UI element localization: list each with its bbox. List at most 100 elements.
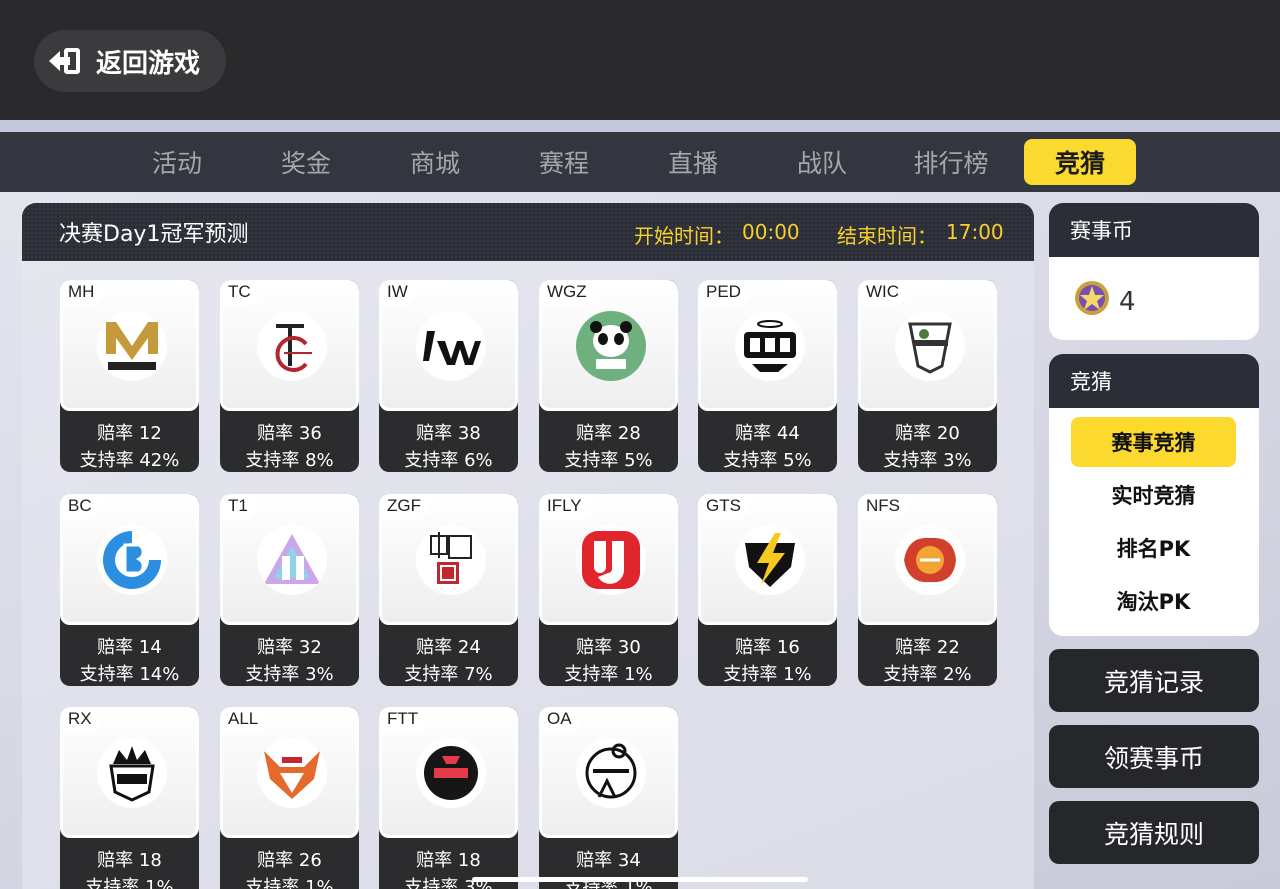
tab-teams[interactable]: 战队 xyxy=(766,139,878,185)
menu-item-live-guess[interactable]: 实时竞猜 xyxy=(1071,470,1236,520)
tab-shop[interactable]: 商城 xyxy=(379,139,491,185)
team-odds: 赔率 30 xyxy=(576,637,641,658)
menu-item-event-guess[interactable]: 赛事竞猜 xyxy=(1071,417,1236,467)
gts-lightning-logo-icon xyxy=(735,525,805,595)
coin-star-icon xyxy=(1073,279,1111,324)
team-odds: 赔率 12 xyxy=(97,423,162,444)
tab-ranking[interactable]: 排行榜 xyxy=(895,139,1007,185)
team-code: GTS xyxy=(698,494,749,520)
all-fox-logo-icon xyxy=(257,738,327,808)
team-code: WIC xyxy=(858,280,908,306)
team-support-rate: 支持率 7% xyxy=(404,664,493,685)
team-card-wic[interactable]: WIC 赔率 20 支持率 3% xyxy=(858,280,997,472)
team-card-gts[interactable]: GTS 赔率 16 支持率 1% xyxy=(698,494,837,686)
wgz-panda-logo-icon xyxy=(576,311,646,381)
divider-band xyxy=(0,120,1280,132)
guess-menu: 竞猜 赛事竞猜 实时竞猜 排名PK 淘汰PK xyxy=(1049,354,1259,636)
team-code: IFLY xyxy=(539,494,590,520)
team-odds: 赔率 14 xyxy=(97,637,162,658)
team-card-nfs[interactable]: NFS 赔率 22 支持率 2% xyxy=(858,494,997,686)
menu-item-rank-pk[interactable]: 排名PK xyxy=(1071,523,1236,573)
team-card-rx[interactable]: RX 赔率 18 支持率 1% xyxy=(60,707,199,889)
prediction-panel: 决赛Day1冠军预测 开始时间： 00:00 结束时间： 17:00 MH 赔率… xyxy=(22,203,1034,889)
wic-logo-icon xyxy=(895,311,965,381)
panel-header: 决赛Day1冠军预测 开始时间： 00:00 结束时间： 17:00 xyxy=(22,203,1034,261)
team-card-ftt[interactable]: FTT 赔率 18 支持率 3% xyxy=(379,707,518,889)
team-support-rate: 支持率 1% xyxy=(564,664,653,685)
team-support-rate: 支持率 8% xyxy=(245,450,334,471)
event-coin-row: 4 xyxy=(1049,257,1259,324)
tab-prize[interactable]: 奖金 xyxy=(250,139,362,185)
tab-schedule[interactable]: 赛程 xyxy=(508,139,620,185)
team-card-bc[interactable]: BC 赔率 14 支持率 14% xyxy=(60,494,199,686)
mh-logo-icon xyxy=(97,311,167,381)
end-time-value: 17:00 xyxy=(946,220,1004,244)
team-card-ped[interactable]: PED 赔率 44 支持率 5% xyxy=(698,280,837,472)
team-card-ifly[interactable]: IFLY 赔率 30 支持率 1% xyxy=(539,494,678,686)
ifly-logo-icon xyxy=(576,525,646,595)
team-code: MH xyxy=(60,280,103,306)
team-card-oa[interactable]: OA 赔率 34 支持率 1% xyxy=(539,707,678,889)
team-support-rate: 支持率 2% xyxy=(883,664,972,685)
team-support-rate: 支持率 6% xyxy=(404,450,493,471)
ped-logo-icon xyxy=(735,311,805,381)
team-code: T1 xyxy=(220,494,256,520)
event-coin-title: 赛事币 xyxy=(1049,203,1259,257)
team-card-mh[interactable]: MH 赔率 12 支持率 42% xyxy=(60,280,199,472)
exit-arrow-icon xyxy=(48,46,82,76)
team-odds: 赔率 36 xyxy=(257,423,322,444)
tab-activity[interactable]: 活动 xyxy=(121,139,233,185)
nav-bar: 活动 奖金 商城 赛程 直播 战队 排行榜 竞猜 xyxy=(0,132,1280,192)
tc-logo-icon xyxy=(257,311,327,381)
team-support-rate: 支持率 1% xyxy=(85,877,174,889)
team-support-rate: 支持率 3% xyxy=(883,450,972,471)
panel-title: 决赛Day1冠军预测 xyxy=(59,222,249,247)
tab-guess[interactable]: 竞猜 xyxy=(1024,139,1136,185)
end-time-label: 结束时间： xyxy=(837,224,937,248)
team-code: PED xyxy=(698,280,749,306)
team-odds: 赔率 38 xyxy=(416,423,481,444)
team-odds: 赔率 18 xyxy=(97,850,162,871)
oa-logo-icon xyxy=(576,738,646,808)
tab-live[interactable]: 直播 xyxy=(637,139,749,185)
team-support-rate: 支持率 5% xyxy=(723,450,812,471)
team-odds: 赔率 34 xyxy=(576,850,641,871)
zgf-seal-logo-icon xyxy=(416,525,486,595)
event-coin-amount: 4 xyxy=(1119,286,1136,317)
team-support-rate: 支持率 3% xyxy=(245,664,334,685)
team-code: BC xyxy=(60,494,100,520)
back-to-game-button[interactable]: 返回游戏 xyxy=(34,30,226,92)
team-support-rate: 支持率 5% xyxy=(564,450,653,471)
team-support-rate: 支持率 1% xyxy=(723,664,812,685)
team-code: NFS xyxy=(858,494,908,520)
team-support-rate: 支持率 42% xyxy=(79,450,180,471)
team-support-rate: 支持率 1% xyxy=(245,877,334,889)
team-card-t1[interactable]: T1 赔率 32 支持率 3% xyxy=(220,494,359,686)
claim-coins-button[interactable]: 领赛事币 xyxy=(1049,725,1259,788)
start-time-label: 开始时间： xyxy=(634,224,734,248)
menu-item-knockout-pk[interactable]: 淘汰PK xyxy=(1071,576,1236,626)
guess-records-button[interactable]: 竞猜记录 xyxy=(1049,649,1259,712)
team-odds: 赔率 16 xyxy=(735,637,800,658)
start-time-value: 00:00 xyxy=(742,220,800,244)
team-card-all[interactable]: ALL 赔率 26 支持率 1% xyxy=(220,707,359,889)
team-support-rate: 支持率 14% xyxy=(79,664,180,685)
iw-logo-icon xyxy=(416,311,486,381)
team-odds: 赔率 44 xyxy=(735,423,800,444)
rx-crown-logo-icon xyxy=(97,738,167,808)
team-odds: 赔率 26 xyxy=(257,850,322,871)
team-code: WGZ xyxy=(539,280,595,306)
team-card-tc[interactable]: TC 赔率 36 支持率 8% xyxy=(220,280,359,472)
guess-menu-title: 竞猜 xyxy=(1049,354,1259,408)
team-odds: 赔率 28 xyxy=(576,423,641,444)
top-bar: 返回游戏 xyxy=(0,0,1280,120)
team-card-zgf[interactable]: ZGF 赔率 24 支持率 7% xyxy=(379,494,518,686)
team-code: IW xyxy=(379,280,416,306)
guess-rules-button[interactable]: 竞猜规则 xyxy=(1049,801,1259,864)
team-code: FTT xyxy=(379,707,427,733)
team-code: OA xyxy=(539,707,580,733)
t1-logo-icon xyxy=(257,525,327,595)
team-card-wgz[interactable]: WGZ 赔率 28 支持率 5% xyxy=(539,280,678,472)
back-label: 返回游戏 xyxy=(96,48,201,79)
team-card-iw[interactable]: IW 赔率 38 支持率 6% xyxy=(379,280,518,472)
